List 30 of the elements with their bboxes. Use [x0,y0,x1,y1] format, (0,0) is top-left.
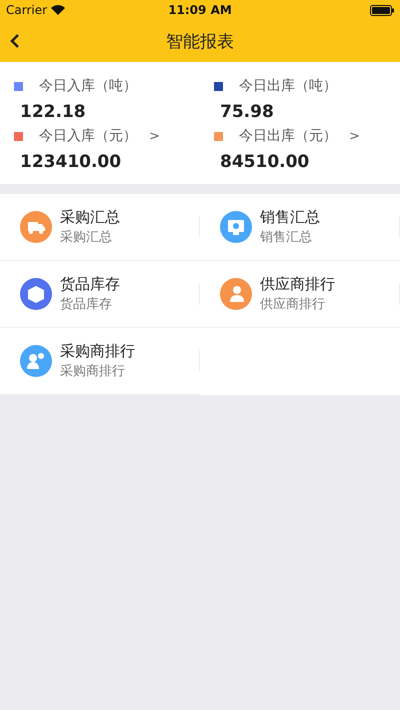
menu-title[interactable]: 货品库存 [60,275,120,294]
chevron-link[interactable]: > [149,128,160,144]
menu-subtitle: 货品库存 [60,296,113,313]
stat-value: 122.18 [19,102,87,124]
stat-label: 今日入库（元） [39,127,137,145]
menu-subtitle: 销售汇总 [260,229,313,246]
stat-value: 123410.00 [19,152,122,174]
menu-title[interactable]: 销售汇总 [260,208,320,227]
users-icon[interactable] [20,345,52,377]
stat-value: 75.98 [219,102,275,124]
menu-subtitle: 采购商排行 [60,363,126,380]
menu-title[interactable]: 采购商排行 [60,342,135,361]
status-time: 11:09 AM [168,3,232,17]
stat-value: 84510.00 [219,152,310,174]
battery-icon [370,4,394,16]
stat-label: 今日出库（吨） [239,77,337,95]
menu-title[interactable]: 供应商排行 [260,275,335,294]
person-icon[interactable] [220,278,252,310]
page-title: 智能报表 [166,30,234,52]
truck-icon[interactable] [20,211,52,243]
menu-subtitle: 供应商排行 [260,296,326,313]
stat-label: 今日出库（元） [239,127,337,145]
carrier-name: Carrier [6,3,48,17]
menu-subtitle: 采购汇总 [60,229,113,246]
box-icon[interactable] [20,278,52,310]
chevron-link[interactable]: > [349,128,360,144]
wifi-icon [51,5,66,15]
monitor-icon[interactable] [220,211,252,243]
stat-label: 今日入库（吨） [39,77,137,95]
menu-title[interactable]: 采购汇总 [60,208,120,227]
